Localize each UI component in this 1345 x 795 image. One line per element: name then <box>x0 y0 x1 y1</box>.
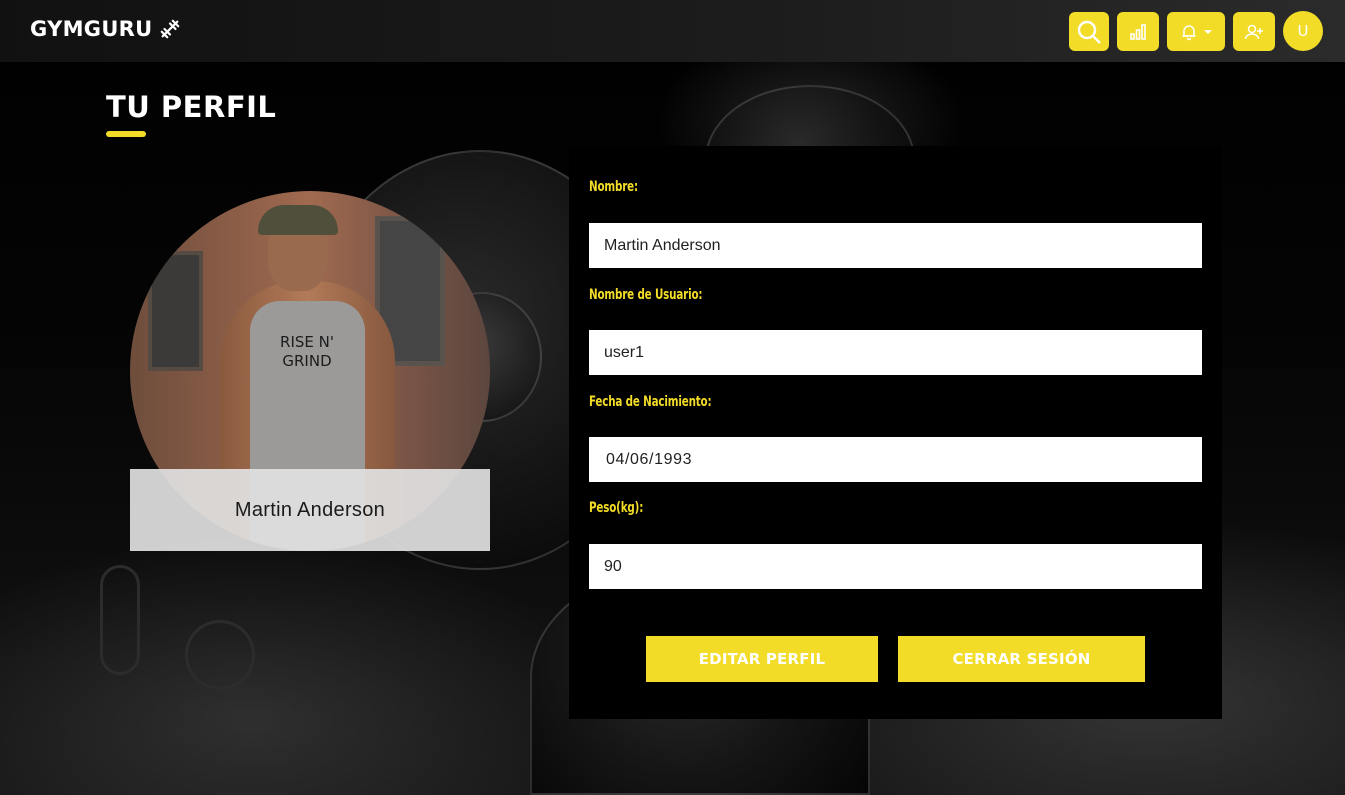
avatar-initial: U <box>1297 22 1309 40</box>
weight-label: Peso(kg): <box>589 500 644 516</box>
search-icon <box>1077 20 1101 44</box>
profile-name-caption: Martin Anderson <box>130 469 490 551</box>
name-field[interactable] <box>589 223 1202 268</box>
title-underline <box>106 131 146 137</box>
profile-display-name: Martin Anderson <box>234 498 386 521</box>
user-plus-icon <box>1244 24 1263 39</box>
bar-chart-icon <box>1130 23 1146 40</box>
weight-field[interactable] <box>589 544 1202 589</box>
brand-name: GYMGURU <box>30 17 153 41</box>
top-navbar: GYMGURU U <box>0 0 1345 62</box>
spring-clip <box>185 620 255 690</box>
page-title: TU PERFIL <box>106 90 277 124</box>
username-label: Nombre de Usuario: <box>589 287 703 303</box>
logout-button[interactable]: CERRAR SESIÓN <box>898 636 1145 682</box>
birthdate-field[interactable] <box>589 437 1202 482</box>
notifications-button[interactable] <box>1167 12 1225 51</box>
search-button[interactable] <box>1069 12 1109 51</box>
spring-clip-handle <box>100 565 140 675</box>
edit-profile-button[interactable]: EDITAR PERFIL <box>646 636 878 682</box>
profile-form: Nombre: Nombre de Usuario: Fecha de Naci… <box>569 146 1222 719</box>
username-field[interactable] <box>589 330 1202 375</box>
caret-down-icon <box>1203 29 1212 34</box>
user-avatar[interactable]: U <box>1283 11 1323 51</box>
add-user-button[interactable] <box>1233 12 1275 51</box>
stats-button[interactable] <box>1117 12 1159 51</box>
bell-icon <box>1182 24 1195 40</box>
photo-shirt-text: RISE N' GRIND <box>280 333 334 370</box>
birthdate-label: Fecha de Nacimiento: <box>589 394 712 410</box>
dumbbell-icon <box>160 19 179 39</box>
name-label: Nombre: <box>589 179 638 195</box>
brand-logo[interactable]: GYMGURU <box>30 17 181 41</box>
